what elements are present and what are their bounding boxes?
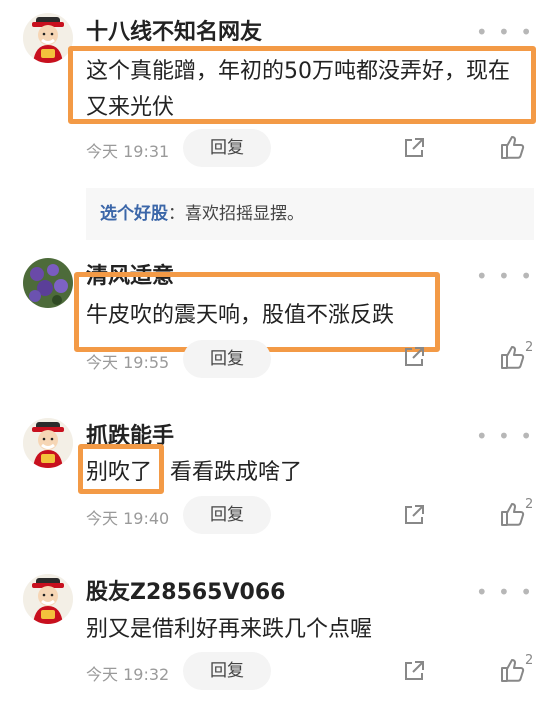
sub-reply[interactable]: 选个好股：喜欢招摇显摆。 bbox=[86, 188, 534, 240]
share-icon[interactable] bbox=[402, 503, 426, 527]
fortune-god-avatar-icon bbox=[23, 574, 73, 624]
comment-text: 别又是借利好再来跌几个点喔 bbox=[86, 617, 373, 642]
username[interactable]: 抓跌能手 bbox=[86, 418, 174, 450]
user-avatar[interactable] bbox=[23, 13, 73, 63]
reply-button[interactable]: 回复 bbox=[183, 652, 271, 690]
timestamp: 今天 19:55 bbox=[86, 353, 170, 372]
thumbs-up-icon[interactable] bbox=[499, 344, 525, 370]
user-avatar[interactable] bbox=[23, 574, 73, 624]
sub-reply-username[interactable]: 选个好股 bbox=[100, 204, 168, 224]
timestamp: 今天 19:40 bbox=[86, 509, 170, 528]
thumbs-up-icon[interactable] bbox=[499, 657, 525, 683]
comment-list: 十八线不知名网友 • • • 这个真能蹭，年初的50万吨都没弄好，现在 又来光伏… bbox=[0, 0, 558, 713]
like-count: 2 bbox=[525, 653, 534, 668]
fortune-god-avatar-icon bbox=[23, 13, 73, 63]
user-avatar[interactable] bbox=[23, 418, 73, 468]
thumbs-up-icon[interactable] bbox=[499, 501, 525, 527]
purple-flowers-avatar-icon bbox=[23, 258, 73, 308]
thumbs-up-icon[interactable] bbox=[499, 134, 525, 160]
reply-button[interactable]: 回复 bbox=[183, 129, 271, 167]
timestamp: 今天 19:31 bbox=[86, 142, 170, 161]
share-icon[interactable] bbox=[402, 345, 426, 369]
like-count: 2 bbox=[525, 340, 534, 355]
comment-text: 这个真能蹭，年初的50万吨都没弄好，现在 又来光伏 bbox=[86, 54, 536, 126]
reply-button[interactable]: 回复 bbox=[183, 496, 271, 534]
comment-text: 别吹了 看看跌成啥了 bbox=[86, 455, 536, 491]
username[interactable]: 清风适意 bbox=[86, 258, 174, 290]
fortune-god-avatar-icon bbox=[23, 418, 73, 468]
share-icon[interactable] bbox=[402, 136, 426, 160]
sub-reply-text: ：喜欢招摇显摆。 bbox=[168, 204, 304, 224]
timestamp: 今天 19:32 bbox=[86, 665, 170, 684]
username[interactable]: 十八线不知名网友 bbox=[86, 14, 262, 46]
share-icon[interactable] bbox=[402, 659, 426, 683]
comment-text-line: 这个真能蹭，年初的50万吨都没弄好，现在 bbox=[86, 59, 510, 84]
comment-text-line: 又来光伏 bbox=[86, 95, 175, 120]
username[interactable]: 股友Z28565V066 bbox=[86, 574, 285, 606]
reply-button[interactable]: 回复 bbox=[183, 340, 271, 378]
comment-text-part: 别吹了 bbox=[86, 460, 153, 485]
more-options-icon[interactable]: • • • bbox=[476, 266, 534, 286]
comment-text-part: 看看跌成啥了 bbox=[170, 460, 303, 485]
more-options-icon[interactable]: • • • bbox=[476, 22, 534, 42]
more-options-icon[interactable]: • • • bbox=[476, 582, 534, 602]
more-options-icon[interactable]: • • • bbox=[476, 426, 534, 446]
user-avatar[interactable] bbox=[23, 258, 73, 308]
like-count: 2 bbox=[525, 497, 534, 512]
comment-text: 牛皮吹的震天响，股值不涨反跌 bbox=[86, 303, 395, 328]
